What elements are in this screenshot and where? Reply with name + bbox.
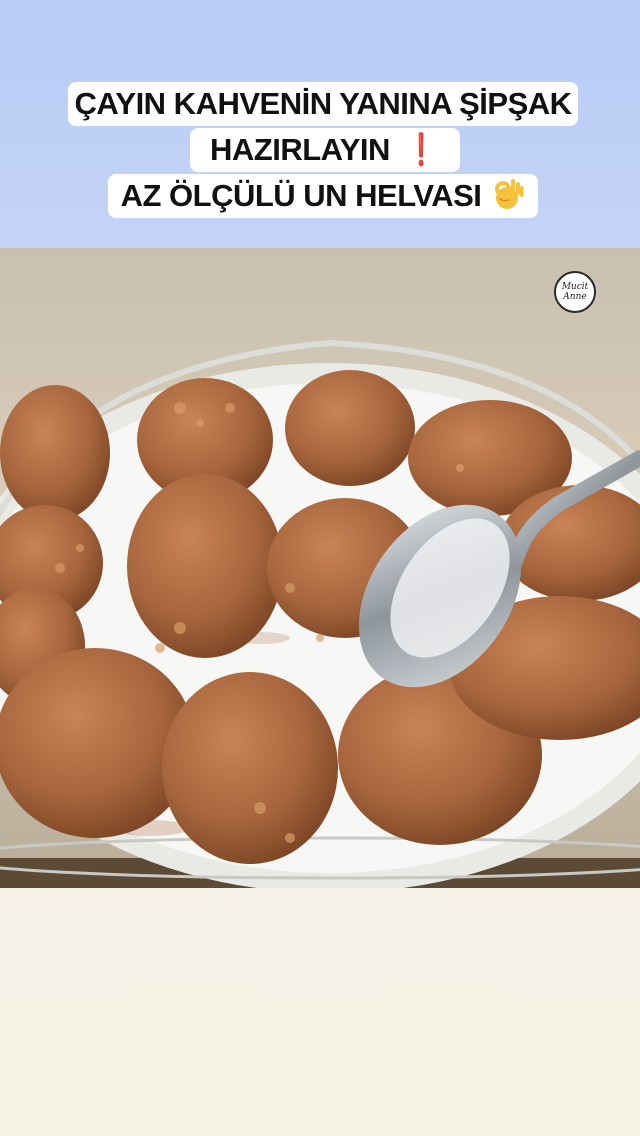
- caption-line-1-text: ÇAYIN KAHVENİN YANINA ŞİPŞAK: [74, 86, 572, 121]
- exclamation-icon: ❗: [407, 132, 435, 167]
- caption-line-2-text: HAZIRLAYIN: [210, 132, 390, 167]
- photo-illustration: [0, 248, 640, 888]
- logo-line-2: Anne: [563, 292, 587, 302]
- mucit-anne-logo: Mucit Anne: [554, 271, 596, 313]
- caption-line-2: HAZIRLAYIN ❗: [190, 128, 460, 172]
- helva-photo: [0, 248, 640, 888]
- ok-hand-icon: [495, 179, 524, 209]
- caption-line-3: AZ ÖLÇÜLÜ UN HELVASI: [108, 174, 538, 218]
- post-page: ÇAYIN KAHVENİN YANINA ŞİPŞAK HAZIRLAYIN ❗…: [0, 0, 640, 1136]
- logo-line-1: Mucit: [561, 282, 589, 292]
- caption-line-3-text: AZ ÖLÇÜLÜ UN HELVASI: [120, 178, 482, 213]
- caption-line-1: ÇAYIN KAHVENİN YANINA ŞİPŞAK: [68, 82, 578, 126]
